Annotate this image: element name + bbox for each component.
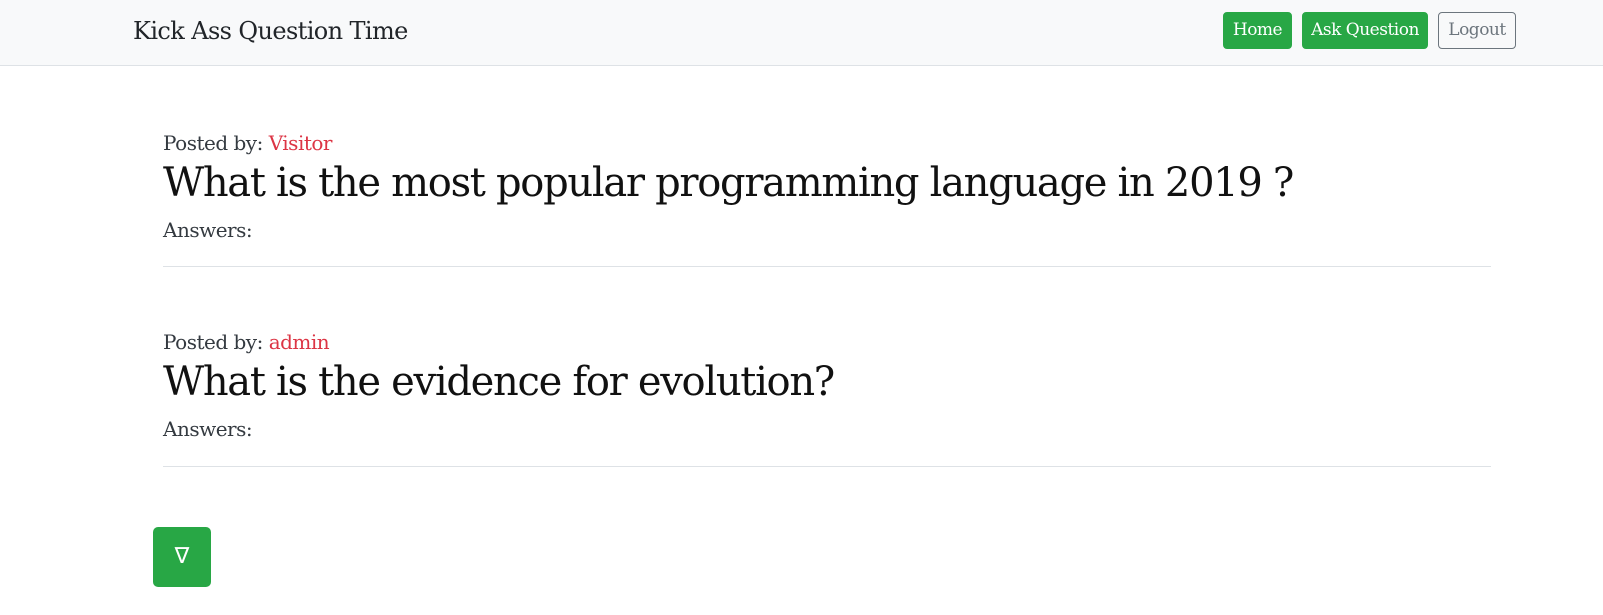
- scroll-down-button[interactable]: ∇: [153, 527, 211, 587]
- posted-by-label: Posted by:: [163, 131, 263, 155]
- site-brand[interactable]: Kick Ass Question Time: [133, 14, 408, 48]
- answers-label: Answers:: [163, 218, 253, 242]
- home-button[interactable]: Home: [1223, 12, 1292, 49]
- top-navbar: Kick Ass Question Time Home Ask Question…: [0, 0, 1603, 66]
- ask-question-button[interactable]: Ask Question: [1302, 12, 1428, 49]
- question-author[interactable]: admin: [269, 330, 330, 354]
- question-meta: Posted by: admin: [163, 329, 330, 355]
- question-item: Posted by: admin What is the evidence fo…: [163, 327, 1491, 467]
- posted-by-label: Posted by:: [163, 330, 263, 354]
- question-title[interactable]: What is the most popular programming lan…: [163, 158, 1294, 208]
- question-meta: Posted by: Visitor: [163, 130, 332, 156]
- logout-button[interactable]: Logout: [1438, 12, 1516, 49]
- nabla-down-arrow-icon: ∇: [174, 544, 190, 569]
- question-author[interactable]: Visitor: [269, 131, 333, 155]
- answers-label: Answers:: [163, 417, 253, 441]
- question-item: Posted by: Visitor What is the most popu…: [163, 128, 1491, 267]
- question-title[interactable]: What is the evidence for evolution?: [163, 357, 835, 407]
